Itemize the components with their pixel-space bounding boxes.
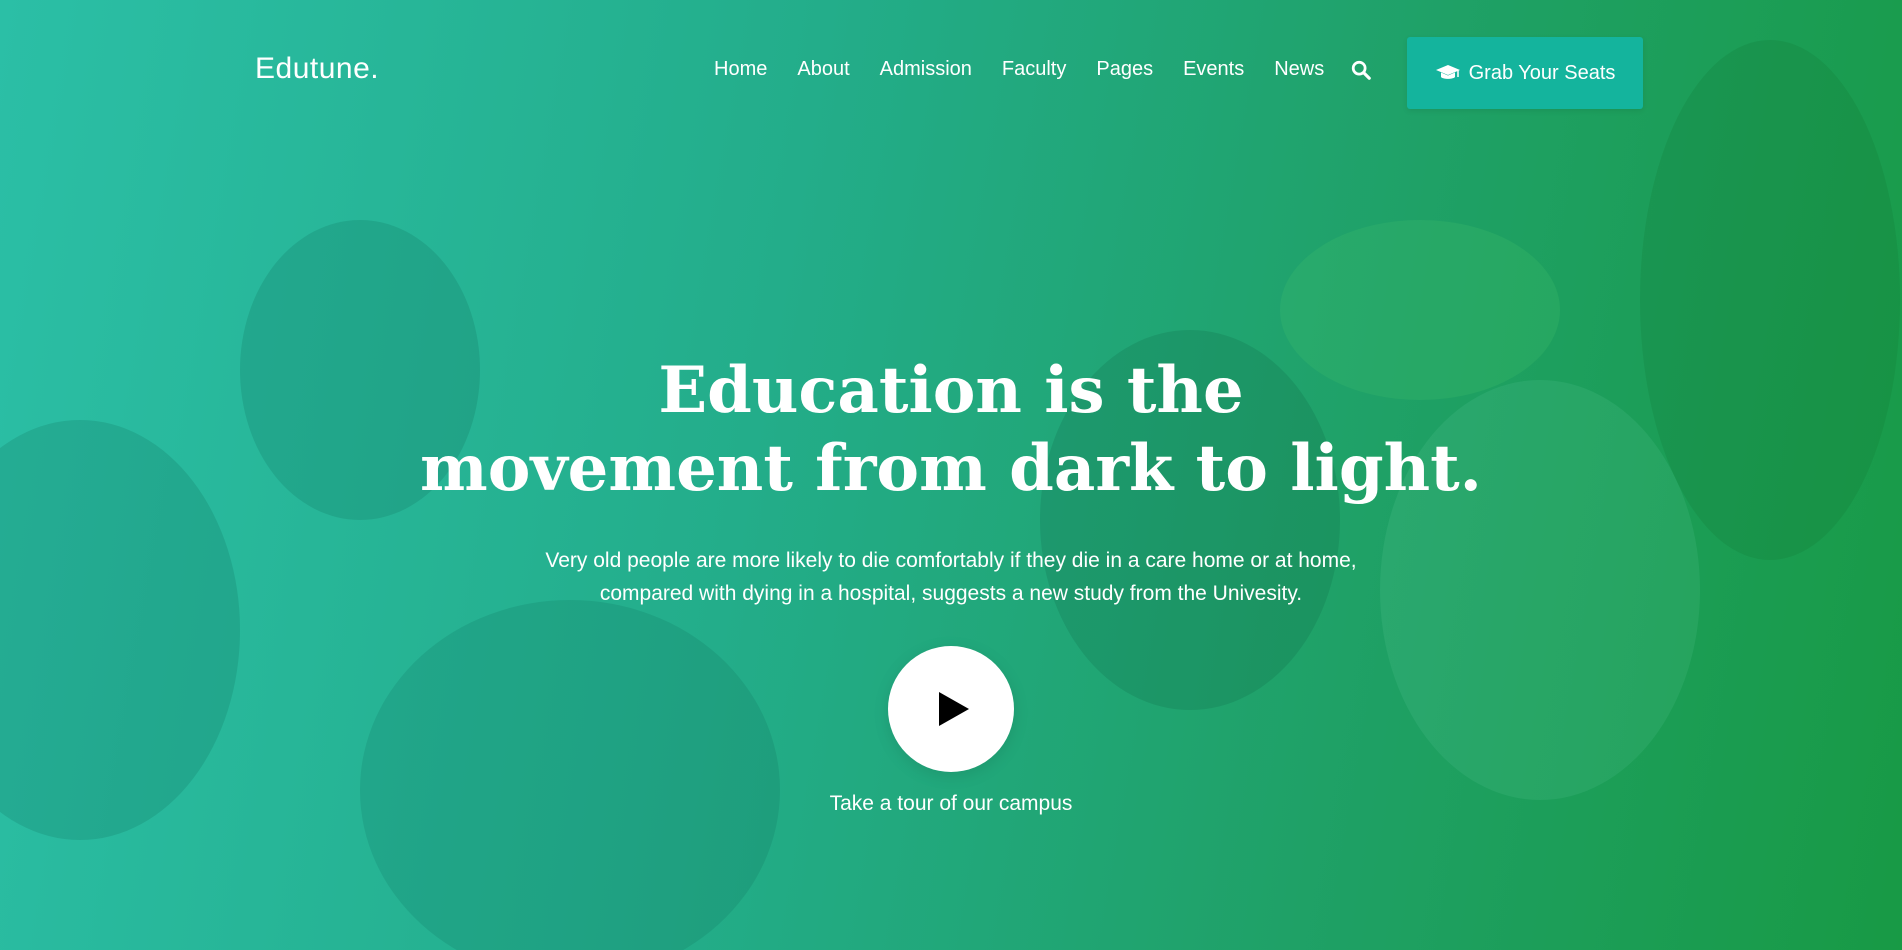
nav-item-pages[interactable]: Pages — [1096, 58, 1153, 81]
headline-line-1: Education is the — [658, 353, 1244, 428]
search-icon[interactable] — [1350, 59, 1372, 81]
nav-item-admission[interactable]: Admission — [880, 58, 972, 81]
nav-item-news[interactable]: News — [1274, 58, 1324, 81]
site-header: Edutune. Home About Admission Faculty Pa… — [0, 0, 1902, 140]
play-video-button[interactable] — [888, 646, 1014, 772]
subtext-line-2: compared with dying in a hospital, sugge… — [599, 582, 1303, 605]
play-icon — [939, 692, 969, 726]
headline-line-2: movement from dark to light. — [420, 431, 1482, 506]
hero-section: Edutune. Home About Admission Faculty Pa… — [0, 0, 1902, 950]
subtext-line-1: Very old people are more likely to die c… — [545, 549, 1357, 572]
campus-tour-link[interactable]: Take a tour of our campus — [0, 792, 1902, 816]
hero-headline: Education is the movement from dark to l… — [0, 352, 1902, 508]
hero-subtext: Very old people are more likely to die c… — [0, 544, 1902, 610]
nav-item-about[interactable]: About — [797, 58, 849, 81]
background-photo-shape — [360, 600, 780, 950]
nav-item-home[interactable]: Home — [714, 58, 767, 81]
nav-item-events[interactable]: Events — [1183, 58, 1244, 81]
grab-your-seats-button[interactable]: Grab Your Seats — [1407, 37, 1643, 109]
nav-item-faculty[interactable]: Faculty — [1002, 58, 1066, 81]
main-nav: Home About Admission Faculty Pages Event… — [714, 58, 1372, 81]
graduation-cap-icon — [1435, 65, 1460, 79]
cta-label: Grab Your Seats — [1468, 61, 1616, 84]
site-logo[interactable]: Edutune. — [255, 52, 379, 86]
